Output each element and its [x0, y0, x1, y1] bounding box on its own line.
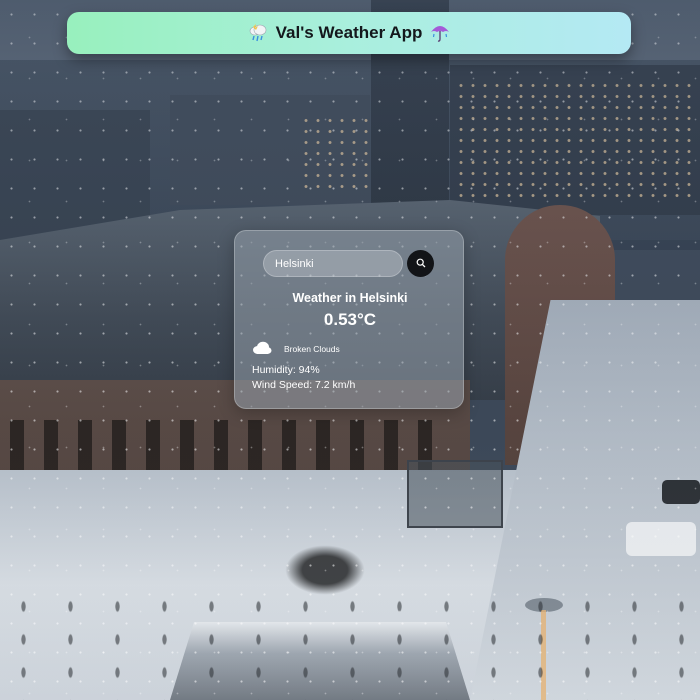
- wind-speed-text: Wind Speed: 7.2 km/h: [252, 379, 356, 391]
- search-input[interactable]: [263, 250, 403, 277]
- temperature-value: 0.53°C: [323, 310, 377, 329]
- humidity-text: Humidity: 94%: [252, 364, 320, 376]
- weather-heading: Weather in Helsinki: [292, 291, 408, 305]
- condition-row: Broken Clouds: [252, 341, 340, 357]
- cloud-icon: [252, 340, 272, 359]
- cloud-rain-icon: [248, 24, 268, 42]
- search-icon: [416, 256, 426, 271]
- app-title-banner: Val's Weather App: [67, 12, 631, 54]
- search-button[interactable]: [407, 250, 434, 277]
- app-title: Val's Weather App: [275, 23, 423, 42]
- weather-card: Weather in Helsinki 0.53°C Broken Clouds…: [234, 230, 464, 409]
- umbrella-icon: [430, 23, 450, 43]
- condition-text: Broken Clouds: [284, 344, 340, 354]
